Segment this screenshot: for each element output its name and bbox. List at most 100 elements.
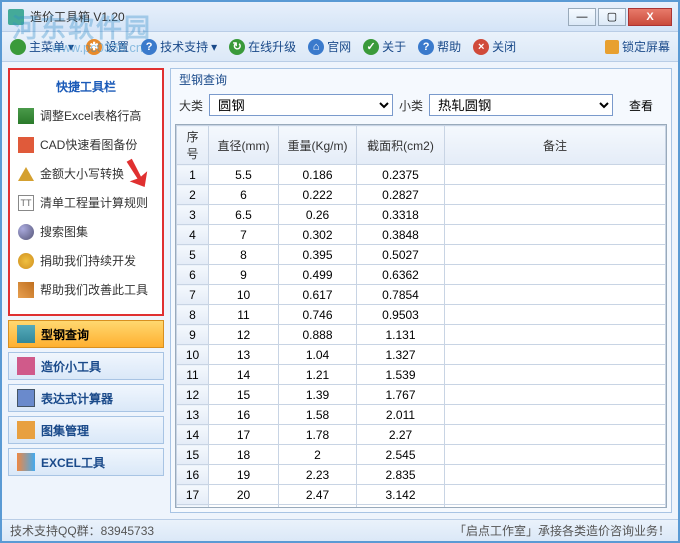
column-header[interactable]: 序号	[177, 126, 209, 165]
calculator-icon	[17, 389, 35, 407]
table-row[interactable]: 13161.582.011	[177, 405, 666, 425]
table-cell: 15	[209, 385, 279, 405]
table-cell: 12	[177, 385, 209, 405]
steel-table-container[interactable]: 序号直径(mm)重量(Kg/m)截面积(cm2)备注 15.50.1860.23…	[175, 124, 667, 508]
table-cell: 5	[177, 245, 209, 265]
toolbar-support[interactable]: ?技术支持▾	[141, 38, 217, 55]
table-cell: 0.617	[279, 285, 357, 305]
query-row: 大类 圆钢 小类 热轧圆钢 查看	[171, 90, 671, 120]
table-row[interactable]: 36.50.260.3318	[177, 205, 666, 225]
small-category-select[interactable]: 热轧圆钢	[429, 94, 613, 116]
table-row[interactable]: 16192.232.835	[177, 465, 666, 485]
table-row[interactable]: 17202.473.142	[177, 485, 666, 505]
table-cell: 0.746	[279, 305, 357, 325]
table-cell: 0.499	[279, 265, 357, 285]
nav-excel-tools[interactable]: EXCEL工具	[8, 448, 164, 476]
table-cell: 0.6362	[357, 265, 445, 285]
quick-item-excel-row-height[interactable]: 调整Excel表格行高	[14, 101, 158, 130]
pencil-icon	[18, 282, 34, 298]
table-cell: 0.888	[279, 325, 357, 345]
nav-cost-tools[interactable]: 造价小工具	[8, 352, 164, 380]
table-row[interactable]: 7100.6170.7854	[177, 285, 666, 305]
quick-item-amount-convert[interactable]: 金额大小写转换	[14, 159, 158, 188]
column-header[interactable]: 备注	[445, 126, 666, 165]
quick-item-quantity-rule[interactable]: TT清单工程量计算规则	[14, 188, 158, 217]
quick-item-cad-backup[interactable]: CAD快速看图备份	[14, 130, 158, 159]
table-cell	[445, 265, 666, 285]
table-row[interactable]: 9120.8881.131	[177, 325, 666, 345]
table-row[interactable]: 15.50.1860.2375	[177, 165, 666, 185]
table-row[interactable]: 12151.391.767	[177, 385, 666, 405]
help-icon: ?	[418, 39, 434, 55]
nav-steel-query[interactable]: 型钢查询	[8, 320, 164, 348]
toolbar-update[interactable]: ↻在线升级	[229, 38, 296, 55]
table-cell: 1.58	[279, 405, 357, 425]
quick-item-search-atlas[interactable]: 搜索图集	[14, 217, 158, 246]
lock-screen[interactable]: 锁定屏幕	[605, 38, 670, 55]
close-icon: ×	[473, 39, 489, 55]
big-category-select[interactable]: 圆钢	[209, 94, 393, 116]
table-row[interactable]: 11141.211.539	[177, 365, 666, 385]
table-row[interactable]: 18212.723.464	[177, 505, 666, 509]
table-row[interactable]: 151822.545	[177, 445, 666, 465]
medal-icon	[18, 253, 34, 269]
nav-atlas-manage[interactable]: 图集管理	[8, 416, 164, 444]
table-cell: 3.464	[357, 505, 445, 509]
table-row[interactable]: 14171.782.27	[177, 425, 666, 445]
minimize-button[interactable]: —	[568, 8, 596, 26]
table-cell: 7	[209, 225, 279, 245]
table-row[interactable]: 470.3020.3848	[177, 225, 666, 245]
quick-tools-title: 快捷工具栏	[14, 74, 158, 101]
maximize-button[interactable]: ▢	[598, 8, 626, 26]
window-title: 造价工具箱 V1.20	[30, 8, 568, 25]
table-cell: 21	[209, 505, 279, 509]
nav-expression-calc[interactable]: 表达式计算器	[8, 384, 164, 412]
view-button[interactable]: 查看	[619, 95, 663, 116]
table-cell: 8	[177, 305, 209, 325]
table-cell: 10	[209, 285, 279, 305]
cad-icon	[18, 137, 34, 153]
toolbar-close[interactable]: ×关闭	[473, 38, 516, 55]
table-cell: 11	[177, 365, 209, 385]
table-cell: 1.39	[279, 385, 357, 405]
table-cell: 6	[177, 265, 209, 285]
table-cell: 1	[177, 165, 209, 185]
table-cell: 1.767	[357, 385, 445, 405]
toolbar-website[interactable]: ⌂官网	[308, 38, 351, 55]
table-row[interactable]: 690.4990.6362	[177, 265, 666, 285]
table-cell	[445, 485, 666, 505]
toolbar-main-menu[interactable]: 主菜单▾	[10, 38, 74, 55]
statusbar: 技术支持QQ群： 83945733 「启点工作室」承接各类造价咨询业务！	[2, 519, 678, 541]
table-cell: 1.78	[279, 425, 357, 445]
toolbar-help[interactable]: ?帮助	[418, 38, 461, 55]
table-cell: 20	[209, 485, 279, 505]
toolbar-about[interactable]: ✓关于	[363, 38, 406, 55]
column-header[interactable]: 重量(Kg/m)	[279, 126, 357, 165]
table-row[interactable]: 8110.7460.9503	[177, 305, 666, 325]
quick-item-donate[interactable]: 捐助我们持续开发	[14, 246, 158, 275]
table-cell: 15	[177, 445, 209, 465]
table-cell	[445, 505, 666, 509]
column-header[interactable]: 直径(mm)	[209, 126, 279, 165]
table-cell: 1.539	[357, 365, 445, 385]
table-cell	[445, 205, 666, 225]
table-cell: 0.5027	[357, 245, 445, 265]
triangle-icon	[18, 167, 34, 181]
quick-item-feedback[interactable]: 帮助我们改善此工具	[14, 275, 158, 304]
table-cell	[445, 305, 666, 325]
toolbar-settings[interactable]: ✱设置	[86, 38, 129, 55]
table-cell: 1.21	[279, 365, 357, 385]
table-row[interactable]: 580.3950.5027	[177, 245, 666, 265]
table-cell: 9	[177, 325, 209, 345]
excel-tool-icon	[17, 453, 35, 471]
table-cell: 17	[209, 425, 279, 445]
table-row[interactable]: 10131.041.327	[177, 345, 666, 365]
table-row[interactable]: 260.2220.2827	[177, 185, 666, 205]
table-cell: 3	[177, 205, 209, 225]
table-cell: 11	[209, 305, 279, 325]
table-cell: 16	[177, 465, 209, 485]
table-cell: 10	[177, 345, 209, 365]
close-button[interactable]: X	[628, 8, 672, 26]
column-header[interactable]: 截面积(cm2)	[357, 126, 445, 165]
tt-icon: TT	[18, 195, 34, 211]
